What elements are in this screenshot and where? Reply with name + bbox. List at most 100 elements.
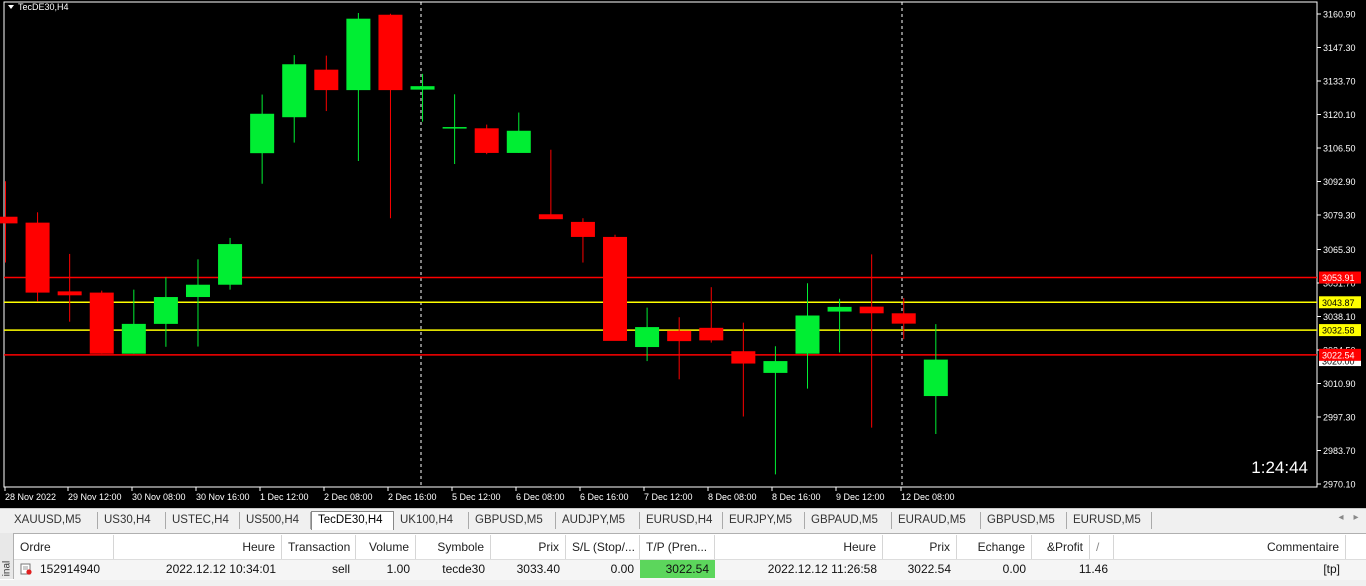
candle-body[interactable] — [25, 222, 50, 293]
price-level-tag-label: 3032.58 — [1322, 326, 1355, 336]
candle-body[interactable] — [506, 130, 531, 153]
time-axis-label: 30 Nov 16:00 — [196, 492, 250, 502]
candle-body[interactable] — [474, 128, 499, 153]
candle-body[interactable] — [314, 69, 339, 91]
candle-body[interactable] — [153, 297, 178, 324]
column-header-heure[interactable]: Heure — [114, 535, 282, 559]
candle-body[interactable] — [731, 351, 756, 364]
column-header-tp[interactable]: T/P (Pren... — [640, 535, 715, 559]
terminal-side-label: inal — [1, 560, 13, 577]
cell-heure-open: 2022.12.12 10:34:01 — [165, 562, 276, 576]
column-header-echange[interactable]: Echange — [957, 535, 1032, 559]
candle-body[interactable] — [699, 327, 724, 341]
bar-countdown-timer: 1:24:44 — [1251, 458, 1308, 477]
column-header-sl[interactable]: S/L (Stop/... — [566, 535, 640, 559]
time-axis-label: 2 Dec 16:00 — [388, 492, 437, 502]
time-axis-label: 9 Dec 12:00 — [836, 492, 885, 502]
candle-body[interactable] — [57, 291, 82, 296]
candle-body[interactable] — [667, 330, 692, 342]
column-header-heure-close[interactable]: Heure — [715, 535, 883, 559]
candle-body[interactable] — [827, 306, 852, 312]
tab-uk100-h4[interactable]: UK100,H4 — [394, 512, 469, 529]
tab-audjpy-m5[interactable]: AUDJPY,M5 — [556, 512, 640, 529]
column-header-transaction[interactable]: Transaction — [282, 535, 356, 559]
candle-body[interactable] — [923, 359, 948, 397]
candle-body[interactable] — [891, 313, 916, 324]
tab-gbpaud-m5[interactable]: GBPAUD,M5 — [805, 512, 892, 529]
time-axis-label: 7 Dec 12:00 — [644, 492, 693, 502]
tab-gbpusd-m5[interactable]: GBPUSD,M5 — [981, 512, 1067, 529]
price-axis-label: 2970.10 — [1323, 480, 1356, 490]
column-header-commentaire[interactable]: Commentaire — [1114, 535, 1346, 559]
time-axis-label: 28 Nov 2022 — [5, 492, 56, 502]
chart-panel[interactable]: 3160.90 3147.30 3133.70 3120.10 3106.50 3092.… — [0, 0, 1366, 508]
column-header-prix-close[interactable]: Prix — [883, 535, 957, 559]
candle-body[interactable] — [218, 244, 243, 285]
price-axis-label: 3038.10 — [1323, 312, 1356, 322]
chart-title-text: TecDE30,H4 — [18, 2, 69, 12]
cell-profit: 11.46 — [1078, 562, 1108, 576]
column-header-volume[interactable]: Volume — [356, 535, 416, 559]
candle-body[interactable] — [282, 64, 307, 118]
tab-eurusd-m5[interactable]: EURUSD,M5 — [1067, 512, 1152, 529]
cell-prix-close: 3022.54 — [907, 562, 951, 576]
candle-body[interactable] — [570, 221, 595, 237]
price-axis-label: 3147.30 — [1323, 43, 1356, 53]
candle-body[interactable] — [859, 306, 884, 314]
candle-body[interactable] — [0, 216, 18, 224]
tab-tecde30-h4[interactable]: TecDE30,H4 — [311, 511, 394, 530]
price-axis-label: 3079.30 — [1323, 211, 1356, 221]
cell-transaction: sell — [331, 562, 350, 576]
column-header-symbole[interactable]: Symbole — [416, 535, 491, 559]
candle-body[interactable] — [603, 236, 628, 341]
candlestick-chart[interactable]: 3160.90 3147.30 3133.70 3120.10 3106.50 3092.… — [0, 0, 1366, 508]
time-axis-label: 8 Dec 16:00 — [772, 492, 821, 502]
dropdown-triangle-icon[interactable] — [8, 5, 14, 9]
candle-body[interactable] — [795, 315, 820, 354]
chart-tabs-bar: XAUUSD,M5 US30,H4 USTEC,H4 US500,H4 TecDE30,… — [0, 508, 1366, 531]
candle-body[interactable] — [250, 113, 275, 154]
time-axis-label: 8 Dec 08:00 — [708, 492, 757, 502]
column-sort-marker: / — [1090, 535, 1114, 559]
tab-ustec-h4[interactable]: USTEC,H4 — [166, 512, 240, 529]
time-axis-label: 30 Nov 08:00 — [132, 492, 186, 502]
price-axis-label: 2997.30 — [1323, 412, 1356, 422]
column-header-prix[interactable]: Prix — [491, 535, 566, 559]
candle-body[interactable] — [635, 327, 660, 348]
tab-xauusd-m5[interactable]: XAUUSD,M5 — [8, 512, 98, 529]
candle-body[interactable] — [346, 18, 371, 91]
candle-body[interactable] — [89, 292, 114, 354]
time-axis-label: 12 Dec 08:00 — [901, 492, 955, 502]
tab-scroll-right-icon[interactable]: ▸ — [1350, 512, 1362, 524]
price-level-tag-label: 3053.91 — [1322, 273, 1355, 283]
cell-tp: 3022.54 — [640, 560, 715, 578]
price-axis-label: 3092.90 — [1323, 177, 1356, 187]
tab-euraud-m5[interactable]: EURAUD,M5 — [892, 512, 981, 529]
time-axis-label: 6 Dec 08:00 — [516, 492, 565, 502]
tab-us30-h4[interactable]: US30,H4 — [98, 512, 166, 529]
candle-body[interactable] — [378, 14, 403, 91]
candle-body[interactable] — [442, 127, 467, 129]
candle-body[interactable] — [185, 284, 210, 298]
candle-body[interactable] — [410, 86, 435, 90]
tab-scroll-controls: ◂ ▸ — [1335, 512, 1362, 524]
candle-body[interactable] — [121, 323, 146, 354]
time-axis-label: 1 Dec 12:00 — [260, 492, 309, 502]
cell-volume: 1.00 — [386, 562, 410, 576]
tab-eurjpy-m5[interactable]: EURJPY,M5 — [723, 512, 805, 529]
candle-body[interactable] — [538, 214, 563, 220]
candle-body[interactable] — [763, 361, 788, 373]
chart-symbol-title[interactable]: TecDE30,H4 — [8, 2, 69, 12]
tab-eurusd-h4[interactable]: EURUSD,H4 — [640, 512, 723, 529]
column-header-profit[interactable]: &Profit — [1032, 535, 1090, 559]
tab-scroll-left-icon[interactable]: ◂ — [1335, 512, 1347, 524]
price-axis-label: 3065.30 — [1323, 245, 1356, 255]
tab-us500-h4[interactable]: US500,H4 — [240, 512, 311, 529]
price-axis-label: 3133.70 — [1323, 77, 1356, 87]
price-axis-label: 3106.50 — [1323, 144, 1356, 154]
time-axis-label: 29 Nov 12:00 — [68, 492, 122, 502]
tab-gbpusd-m5[interactable]: GBPUSD,M5 — [469, 512, 556, 529]
cell-symbole: tecde30 — [442, 562, 485, 576]
cell-heure-close: 2022.12.12 11:26:58 — [767, 562, 877, 576]
column-header-ordre[interactable]: Ordre — [14, 535, 114, 559]
